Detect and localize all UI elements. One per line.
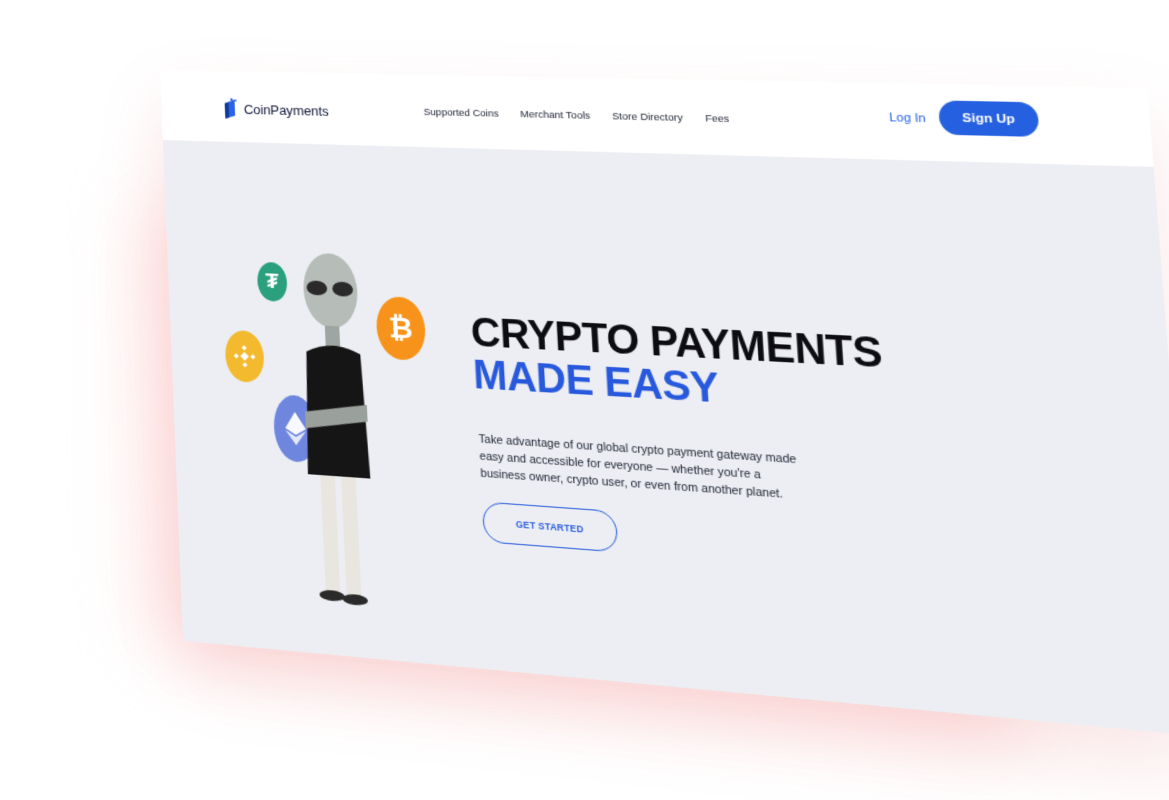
hero-description: Take advantage of our global crypto paym… (478, 432, 797, 501)
nav-item-fees[interactable]: Fees (705, 113, 730, 125)
main-menu: Supported Coins Merchant Tools Store Dir… (423, 107, 729, 126)
bitcoin-icon: ₿ (375, 295, 427, 362)
nav-item-supported-coins[interactable]: Supported Coins (423, 107, 499, 120)
top-navigation: CoinPayments Supported Coins Merchant To… (160, 70, 1154, 167)
signup-button[interactable]: Sign Up (937, 100, 1040, 137)
login-link[interactable]: Log In (889, 111, 926, 125)
get-started-button[interactable]: GET STARTED (481, 501, 619, 553)
nav-item-merchant-tools[interactable]: Merchant Tools (520, 109, 591, 122)
logo-text: CoinPayments (243, 101, 329, 119)
alien-mascot-illustration (301, 252, 371, 607)
tether-icon: ₮ (256, 261, 288, 303)
browser-page-mockup: CoinPayments Supported Coins Merchant To… (160, 70, 1169, 736)
logo[interactable]: CoinPayments (222, 97, 329, 122)
logo-mark-icon (222, 97, 239, 120)
binance-icon (224, 329, 265, 384)
hero-heading: CRYPTO PAYMENTS MADE EASY (470, 311, 887, 421)
nav-item-store-directory[interactable]: Store Directory (612, 111, 683, 124)
